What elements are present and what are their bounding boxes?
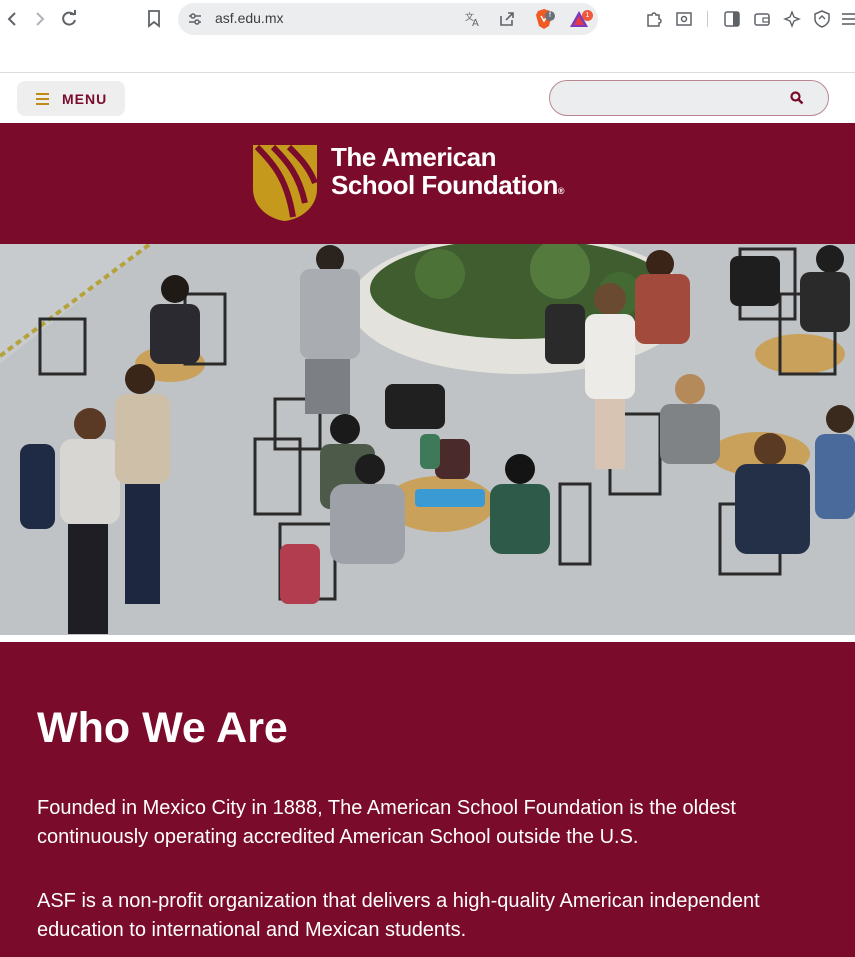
who-we-are-paragraph-1: Founded in Mexico City in 1888, The Amer…: [37, 797, 736, 848]
site-settings-icon[interactable]: [187, 11, 203, 27]
who-we-are-section: Who We Are Founded in Mexico City in 188…: [0, 642, 855, 957]
students-atrium-illustration: [0, 244, 855, 635]
share-icon[interactable]: [498, 10, 516, 28]
rewards-count-badge: 1: [582, 10, 593, 21]
page-top-divider: [0, 72, 855, 73]
address-bar[interactable]: asf.edu.mx 文A f 1: [178, 3, 598, 35]
vpn-icon[interactable]: [812, 9, 832, 29]
hero-photo: [0, 244, 855, 635]
toolbar-divider: [707, 11, 708, 27]
forward-icon[interactable]: [28, 7, 52, 31]
reload-icon[interactable]: [57, 7, 81, 31]
hamburger-icon: [36, 93, 49, 105]
search-icon[interactable]: [790, 91, 804, 105]
svg-text:A: A: [472, 18, 479, 28]
logo-line-2: School Foundation: [331, 170, 558, 200]
asf-logo-mark-icon[interactable]: [253, 144, 318, 221]
brave-shields-icon[interactable]: f: [533, 8, 555, 30]
search-input[interactable]: [564, 87, 784, 109]
extensions-icon[interactable]: [644, 9, 664, 29]
bookmark-icon[interactable]: [142, 7, 166, 31]
leo-ai-icon[interactable]: [782, 9, 802, 29]
registered-mark: ®: [557, 186, 565, 196]
browser-toolbar: asf.edu.mx 文A f 1: [0, 0, 855, 40]
back-icon[interactable]: [0, 7, 24, 31]
brave-rewards-icon[interactable]: 1: [568, 8, 593, 30]
url-text[interactable]: asf.edu.mx: [215, 10, 283, 26]
who-we-are-heading: Who We Are: [37, 704, 288, 752]
menu-button[interactable]: MENU: [17, 81, 125, 116]
shields-count-badge: f: [545, 11, 555, 21]
wallet-icon[interactable]: [752, 9, 772, 29]
asf-logo-wordmark[interactable]: The American School Foundation®: [331, 142, 565, 205]
logo-line-1: The American: [331, 142, 496, 172]
site-search[interactable]: [549, 80, 829, 116]
browser-menu-icon[interactable]: [840, 9, 855, 29]
sidebar-icon[interactable]: [722, 9, 742, 29]
translate-icon[interactable]: 文A: [464, 10, 482, 28]
who-we-are-paragraph-2: ASF is a non-profit organization that de…: [37, 890, 760, 941]
hero-bottom-gap: [0, 635, 855, 642]
logo-banner: The American School Foundation®: [0, 123, 855, 244]
screenshot-icon[interactable]: [674, 9, 694, 29]
menu-label: MENU: [62, 91, 108, 107]
